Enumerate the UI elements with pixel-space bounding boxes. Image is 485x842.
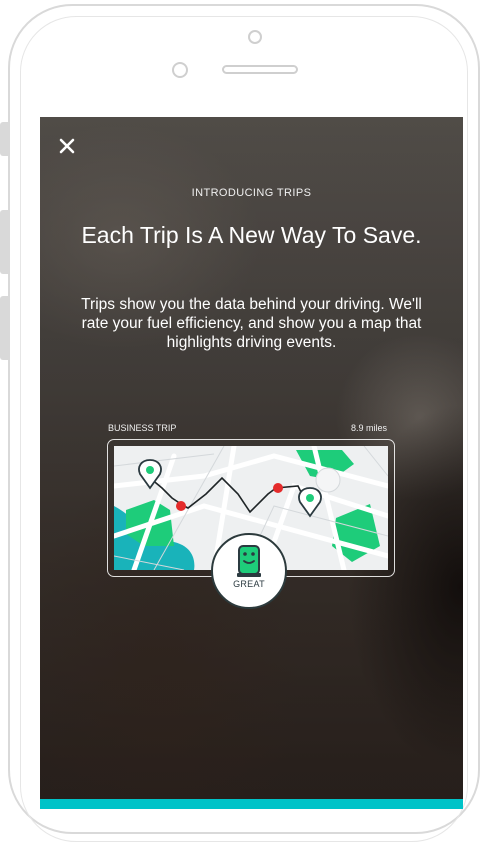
page-title: Each Trip Is A New Way To Save. [81,222,422,248]
intro-description: Trips show you the data behind your driv… [81,296,422,351]
close-icon [59,138,75,154]
mute-switch [0,122,8,156]
fuel-pump-icon [237,545,261,577]
bottom-action-bar[interactable] [40,799,463,809]
rating-label: GREAT [233,579,265,589]
screen: INTRODUCING TRIPS Each Trip Is A New Way… [40,117,463,809]
eyebrow-label: INTRODUCING TRIPS [191,187,312,199]
trips-intro-modal: INTRODUCING TRIPS Each Trip Is A New Way… [40,117,463,809]
volume-down-button [0,296,8,360]
fuel-efficiency-badge: GREAT [211,533,287,609]
trip-distance: 8.9 miles [350,423,387,433]
close-button[interactable] [56,135,78,157]
driving-event-marker [176,501,186,511]
volume-up-button [0,210,8,274]
trip-type-label: BUSINESS TRIP [108,423,177,433]
proximity-sensor [172,62,188,78]
front-camera [248,30,262,44]
earpiece-speaker [222,65,298,74]
driving-event-marker [273,483,283,493]
